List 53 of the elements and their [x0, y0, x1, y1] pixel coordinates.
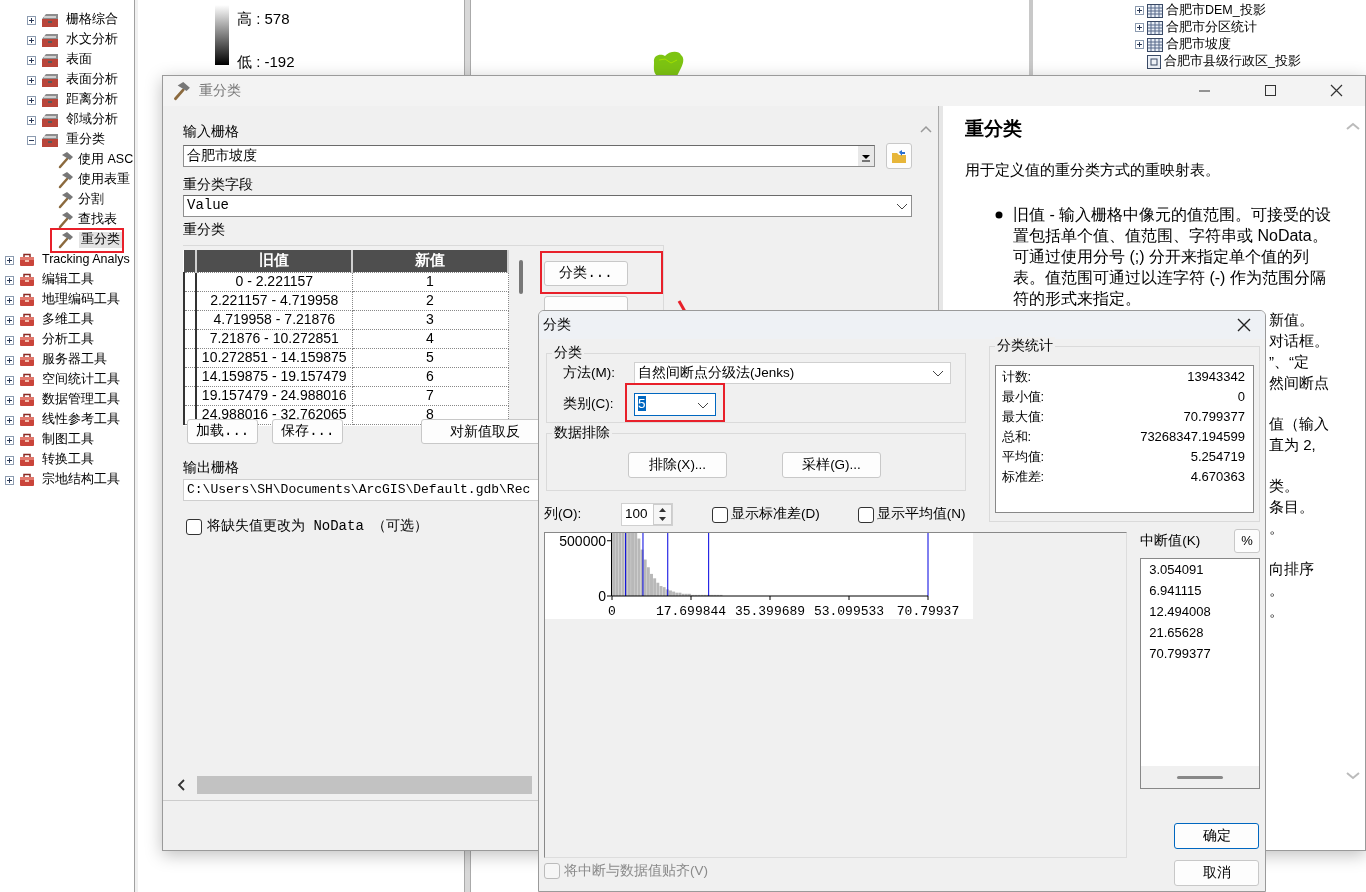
legend-label: 低 : -192 [237, 52, 295, 72]
axis-label: 17.699844 [655, 604, 727, 619]
field-label: 输出栅格 [183, 459, 239, 477]
stat-value: 70.799377 [1183, 409, 1245, 426]
field-label: 中断值(K) [1140, 532, 1201, 550]
checkbox-label: 将缺失值更改为 NoData （可选） [207, 518, 429, 536]
stat-value: 13943342 [1187, 369, 1245, 386]
stat-value: 73268347.194599 [1140, 429, 1245, 446]
stat-value: 4.670363 [1190, 469, 1245, 486]
checkbox-label: 显示平均值(N) [876, 506, 966, 523]
field-label: 重分类字段 [183, 176, 253, 194]
checkbox-label: 显示标准差(D) [731, 506, 820, 523]
stat-label: 标准差: [1001, 469, 1045, 486]
help-paragraph: 用于定义值的重分类方式的重映射表。 [965, 160, 1220, 180]
window-title: 重分类 [199, 82, 241, 100]
help-text: 。 [1269, 580, 1284, 600]
legend-label: 高 : 578 [237, 10, 291, 29]
axis-label: 70.79937 [896, 604, 960, 619]
axis-label: 0 [608, 604, 616, 619]
help-text: 对话框。 [1269, 331, 1329, 351]
axis-label: 35.399689 [734, 604, 806, 619]
checkbox-label: 将中断与数据值贴齐(V) [564, 863, 708, 880]
help-text: ”、“定 [1269, 352, 1309, 372]
field-label: 方法(M): [563, 364, 616, 382]
help-text: 新值。 [1269, 310, 1314, 330]
field-label: 重分类 [183, 221, 225, 239]
axis-label: 500000 [559, 533, 606, 549]
stat-label: 计数: [1001, 369, 1032, 386]
help-text: 。 [1269, 601, 1284, 621]
field-label: 输入栅格 [183, 123, 239, 141]
stat-label: 总和: [1001, 429, 1032, 446]
field-label: 类别(C): [563, 396, 615, 413]
axis-label: 0 [598, 588, 606, 604]
stat-label: 最大值: [1001, 409, 1045, 426]
help-text: 向排序 [1269, 559, 1314, 579]
stat-label: 最小值: [1001, 389, 1045, 406]
help-text: 值（输入 [1269, 414, 1329, 434]
group-label: 分类 [552, 344, 584, 362]
window-title: 分类 [543, 316, 571, 334]
help-text: 条目。 [1269, 497, 1314, 517]
help-text: 。 [1269, 518, 1284, 538]
axis-label: 53.099533 [813, 604, 885, 619]
help-text: 类。 [1269, 476, 1299, 496]
group-label: 数据排除 [552, 424, 612, 442]
stat-value: 5.254719 [1190, 449, 1245, 466]
help-title: 重分类 [965, 118, 1022, 139]
stat-label: 平均值: [1001, 449, 1045, 466]
stat-value: 0 [1237, 389, 1245, 406]
help-paragraph: 旧值 - 输入栅格中像元的值范围。可接受的设置包括单个值、值范围、字符串或 NoData。可通过使用分号 (;) 分开来指定单个值的列表。值范围可通过以连字符 (-) 作为范围分隔符的形式来指定。 [1013, 205, 1333, 309]
help-text: 然间断点 [1269, 373, 1329, 393]
group-label: 分类统计 [994, 337, 1055, 355]
field-label: 列(O): [544, 506, 583, 523]
help-text: 直为 2, [1269, 435, 1316, 455]
